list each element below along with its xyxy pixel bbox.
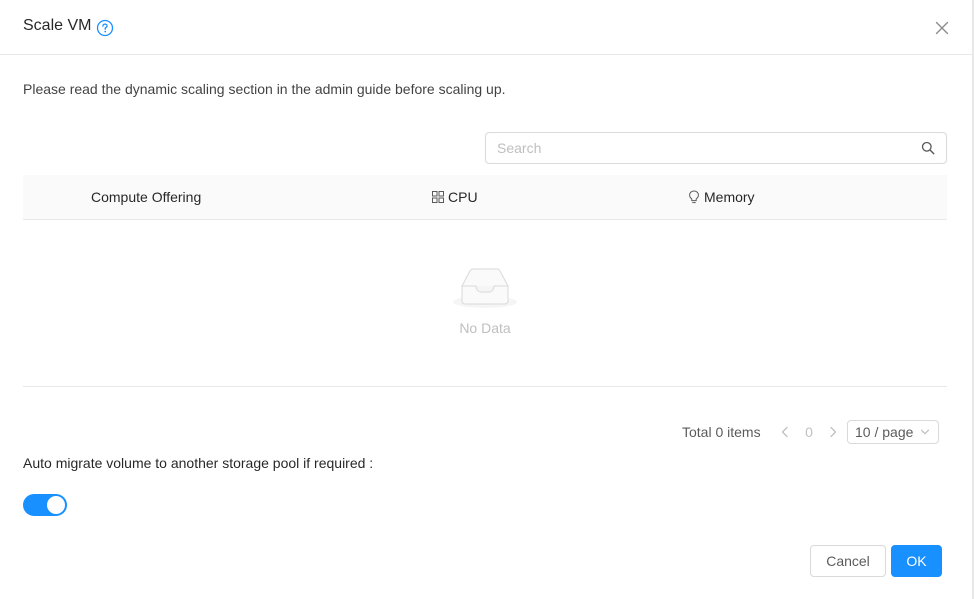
empty-inbox-icon [453,268,517,308]
chevron-down-icon [920,429,930,435]
question-circle-icon[interactable] [96,19,114,37]
page-size-value: 10 / page [855,424,914,440]
column-compute-offering[interactable]: Compute Offering [91,189,201,205]
chevron-left-icon[interactable] [778,425,792,439]
column-cpu[interactable]: CPU [432,189,478,205]
dialog-header: Scale VM [0,0,972,55]
page-size-select[interactable]: 10 / page [847,420,939,444]
cancel-button[interactable]: Cancel [810,545,886,577]
auto-migrate-toggle[interactable] [23,494,67,516]
appstore-icon [432,191,444,203]
empty-text: No Data [459,320,511,336]
column-memory[interactable]: Memory [688,189,755,205]
search-input[interactable] [497,133,907,163]
pagination-total: Total 0 items [682,424,761,440]
table-header: Compute Offering CPU Memory [23,175,947,220]
ok-button[interactable]: OK [891,545,942,577]
bulb-icon [689,190,699,204]
pagination-page-number[interactable]: 0 [800,424,818,440]
column-label: CPU [448,189,478,205]
column-label: Memory [704,189,755,205]
column-label: Compute Offering [91,189,202,205]
close-icon[interactable] [934,20,950,36]
scale-vm-dialog: Scale VM Please read the dynamic scaling… [0,0,974,599]
scaling-notice: Please read the dynamic scaling section … [23,81,506,97]
dialog-title: Scale VM [23,17,92,34]
chevron-right-icon[interactable] [826,425,840,439]
toggle-knob [47,496,65,514]
search-box[interactable] [485,132,947,164]
search-icon[interactable] [921,141,935,155]
auto-migrate-label: Auto migrate volume to another storage p… [23,455,374,471]
table-empty-state: No Data [23,220,947,387]
